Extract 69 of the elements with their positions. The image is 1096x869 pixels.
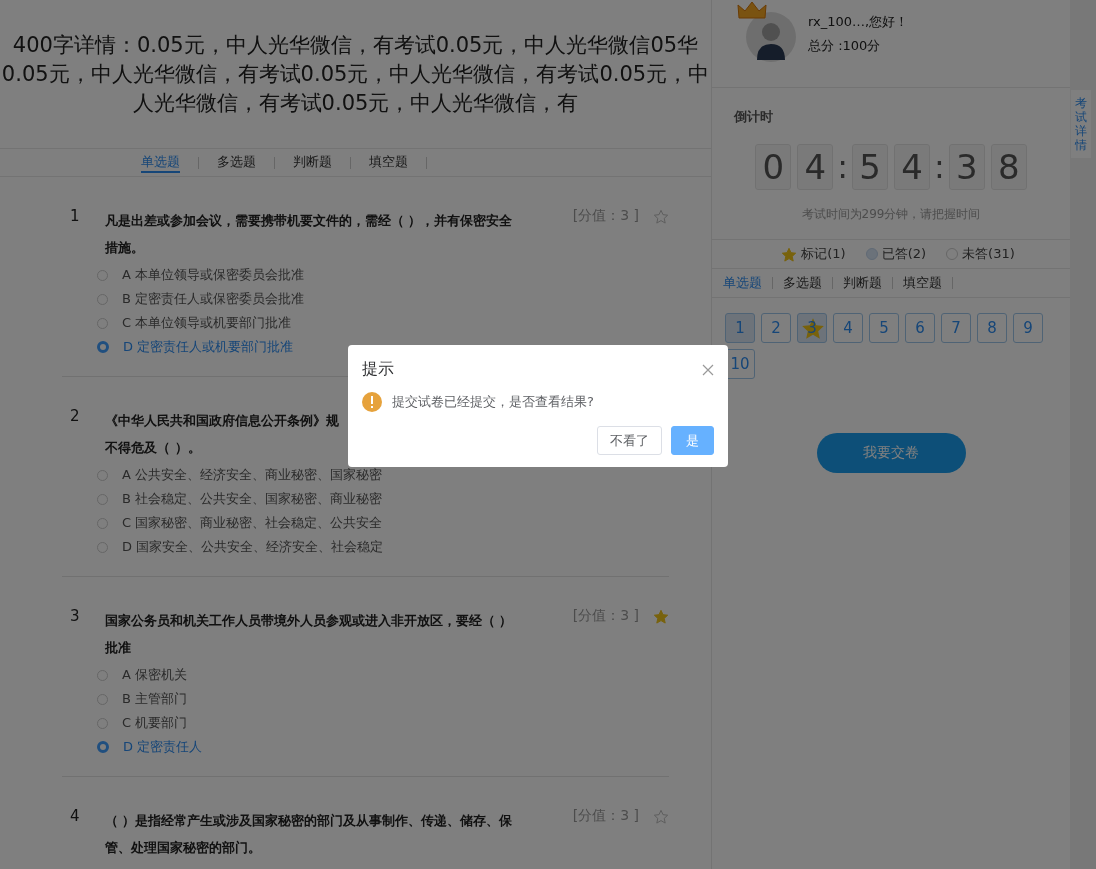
timer-digit: 0 — [755, 144, 792, 190]
question-text: 国家公务员和机关工作人员带境外人员参观或进入非开放区，要经（ ） 批准 — [104, 612, 514, 657]
question-number: 3 — [69, 607, 81, 625]
question-number: 2 — [69, 407, 81, 425]
question-type-tab[interactable]: 判断题 — [843, 274, 882, 292]
answer-option[interactable]: D 定密责任人 — [97, 735, 669, 759]
question-text: 《中华人民共和国政府信息公开条例》规 不得危及（ ）。 — [105, 412, 340, 457]
question-number: 4 — [69, 807, 81, 825]
crown-icon — [737, 0, 767, 20]
answered-dot-icon — [865, 248, 878, 260]
answer-option[interactable]: B 定密责任人或保密委员会批准 — [97, 287, 669, 311]
question-number-button[interactable]: 1 — [725, 313, 755, 343]
warning-icon — [362, 392, 382, 412]
dialog-title: 提示 — [362, 359, 394, 380]
answer-option[interactable]: A 本单位领导或保密委员会批准 — [97, 263, 669, 287]
question-text: 凡是出差或参加会议，需要携带机要文件的，需经（ ），并有保密安全 措施。 — [104, 212, 514, 257]
exam-details-tab[interactable]: 考试详情 — [1071, 90, 1091, 158]
question-number-button[interactable]: 4 — [833, 313, 863, 343]
question-type-tab[interactable]: 单选题 — [723, 274, 762, 292]
question-type-tab[interactable]: 填空题 — [903, 274, 942, 292]
timer-digit: 3 — [948, 144, 985, 190]
answer-option[interactable]: B 主管部门 — [97, 687, 669, 711]
timer-digit: 4 — [894, 144, 930, 190]
star-icon[interactable] — [653, 209, 669, 225]
confirm-button[interactable]: 是 — [671, 426, 714, 455]
timer-digit: 4 — [797, 144, 834, 190]
question-number-button[interactable]: 5 — [869, 313, 899, 343]
radio-button[interactable] — [97, 341, 109, 353]
question-number-button[interactable]: 9 — [1013, 313, 1043, 343]
question-type-tab[interactable]: 判断题 — [293, 152, 332, 173]
star-icon[interactable] — [781, 247, 798, 263]
timer-digit: 8 — [990, 144, 1027, 190]
timer-separator: : — [934, 148, 945, 186]
submit-exam-button[interactable]: 我要交卷 — [816, 433, 966, 473]
answer-option[interactable]: C 机要部门 — [97, 711, 669, 735]
answer-option[interactable]: A 保密机关 — [97, 663, 669, 687]
question-type-tab[interactable]: 多选题 — [783, 274, 822, 292]
timer-digit: 5 — [852, 144, 888, 190]
dialog-message: 提交试卷已经提交，是否查看结果? — [392, 393, 594, 411]
timer-separator: : — [837, 148, 848, 186]
user-greeting: rx_100…,您好！ — [808, 13, 909, 31]
question-text: （ ）是指经常产生或涉及国家秘密的部门及从事制作、传递、储存、保 管、处理国家秘密的部门。 — [104, 812, 514, 857]
legend-label: 已答(2) — [881, 245, 927, 263]
countdown-label: 倒计时 — [732, 108, 774, 126]
person-silhouette-icon — [755, 20, 787, 60]
close-icon[interactable] — [702, 363, 714, 376]
star-icon[interactable] — [653, 609, 669, 625]
answer-option[interactable]: D 国家安全、公共安全、经济安全、社会稳定 — [97, 535, 669, 559]
question-type-tab[interactable]: 多选题 — [217, 152, 256, 173]
question-type-tab[interactable]: 单选题 — [141, 152, 180, 173]
answer-option[interactable]: D 定密责任人或机要部门批准 — [97, 335, 669, 359]
star-icon — [800, 316, 826, 342]
question-type-tab[interactable]: 填空题 — [369, 152, 408, 173]
legend-label: 标记(1) — [801, 245, 846, 263]
question-number-button[interactable]: 8 — [977, 313, 1007, 343]
question-number: 1 — [69, 207, 81, 225]
answer-option[interactable]: C 国家秘密、商业秘密、社会稳定、公共安全 — [97, 511, 669, 535]
cancel-button[interactable]: 不看了 — [597, 426, 662, 455]
question-number-button[interactable]: 6 — [905, 313, 935, 343]
question-number-button[interactable]: 2 — [761, 313, 791, 343]
answer-option[interactable]: B 社会稳定、公共安全、国家秘密、商业秘密 — [97, 487, 669, 511]
radio-button[interactable] — [97, 741, 109, 753]
total-score: 总分 :100分 — [808, 37, 882, 55]
question-number-button[interactable]: 7 — [941, 313, 971, 343]
answer-option[interactable]: A 公共安全、经济安全、商业秘密、国家秘密 — [97, 463, 669, 487]
star-icon[interactable] — [653, 809, 669, 825]
legend-label: 未答(31) — [962, 245, 1015, 263]
exam-title: 400字详情：0.05元，中人光华微信，有考试0.05元，中人光华微信05华 0.05元，中人光华微信，有考试0.05元，中人光华微信，有考试0.05元，中 人光华微信，有考试0.05元，中人光华微信，有 — [0, 0, 711, 149]
answer-option[interactable]: C 本单位领导或机要部门批准 — [97, 311, 669, 335]
